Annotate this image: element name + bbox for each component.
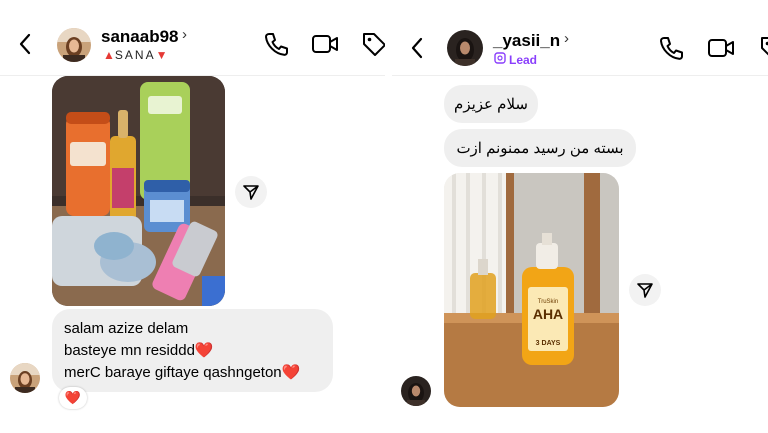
bottle-name: AHA <box>533 306 563 322</box>
subtitle-text: SANA <box>114 48 156 62</box>
video-call-icon[interactable] <box>707 34 735 62</box>
chevron-right-icon[interactable]: › <box>182 26 187 43</box>
shared-photo-products[interactable] <box>52 76 225 306</box>
contact-subtitle: ▲SANA▼ <box>103 48 167 62</box>
panel-divider <box>385 0 392 433</box>
bottle-brand: TruSkin <box>538 299 558 305</box>
left-chat-panel: sanaab98 › ▲SANA▼ salam azize delam bast… <box>0 0 385 433</box>
right-chat-header: _yasii_n › Lead <box>392 0 768 76</box>
sender-avatar[interactable] <box>10 363 40 393</box>
lead-badge-icon <box>494 52 506 67</box>
message-bubble[interactable]: بسته من رسید ممنونم ازت <box>444 129 636 167</box>
back-arrow-icon[interactable] <box>16 30 34 58</box>
contact-username[interactable]: _yasii_n <box>493 31 560 51</box>
phone-icon[interactable] <box>262 30 290 58</box>
contact-username[interactable]: sanaab98 <box>101 27 179 47</box>
tag-icon[interactable] <box>360 30 385 58</box>
tag-icon[interactable] <box>758 34 768 62</box>
avatar[interactable] <box>447 30 483 66</box>
chevron-right-icon[interactable]: › <box>564 30 569 47</box>
message-bubble[interactable]: salam azize delam basteye mn residdd❤️ m… <box>52 309 333 392</box>
left-chat-header: sanaab98 › ▲SANA▼ <box>0 0 385 76</box>
triangle-down-icon: ▼ <box>155 48 168 62</box>
video-call-icon[interactable] <box>311 30 339 58</box>
send-share-icon[interactable] <box>629 274 661 306</box>
lead-label[interactable]: Lead <box>494 52 537 67</box>
heart-reaction[interactable]: ❤️ <box>59 387 87 409</box>
sender-avatar[interactable] <box>401 376 431 406</box>
right-chat-panel: _yasii_n › Lead سلام عزیزم بسته من رسید … <box>392 0 768 433</box>
message-line-1: salam azize delam <box>64 320 189 337</box>
triangle-up-icon: ▲ <box>103 48 115 62</box>
message-line-2: basteye mn residdd❤️ <box>64 342 214 359</box>
bottle-tagline: 3 DAYS <box>536 340 561 347</box>
send-share-icon[interactable] <box>235 176 267 208</box>
back-arrow-icon[interactable] <box>408 34 426 62</box>
message-bubble[interactable]: سلام عزیزم <box>444 85 538 123</box>
shared-photo-aha[interactable]: TruSkin AHA 3 DAYS <box>444 173 619 407</box>
message-line-3: merC baraye giftaye qashngeton❤️ <box>64 364 301 381</box>
avatar[interactable] <box>57 28 91 62</box>
lead-text: Lead <box>509 52 538 67</box>
phone-icon[interactable] <box>657 34 685 62</box>
